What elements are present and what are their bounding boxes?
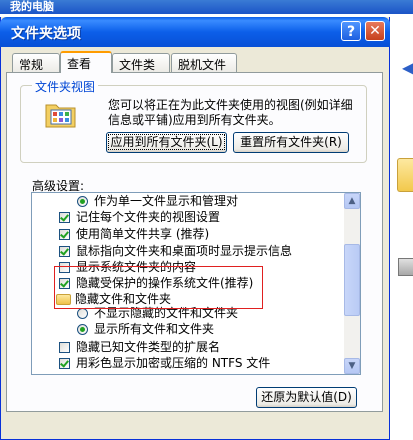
checkbox-icon <box>59 212 70 223</box>
reset-all-folders-button[interactable]: 重置所有文件夹(R) <box>233 132 349 153</box>
restore-defaults-button[interactable]: 还原为默认值(D) <box>256 387 357 408</box>
folder-icon <box>397 158 413 192</box>
list-item-remember-folder-view[interactable]: 记住每个文件夹的视图设置 <box>59 209 220 226</box>
list-item-manage-as-single-file[interactable]: 作为单一文件显示和管理对 <box>77 193 238 210</box>
list-item-simple-file-sharing[interactable]: 使用简单文件共享 (推荐) <box>59 226 209 243</box>
list-item-hide-known-extensions[interactable]: 隐藏已知文件类型的扩展名 <box>59 339 220 356</box>
folder-views-description: 您可以将正在为此文件夹使用的视图(例如详细信息或平铺)应用到所有文件夹。 <box>108 98 353 127</box>
close-button[interactable]: ✕ <box>365 21 385 41</box>
radio-icon <box>77 196 88 207</box>
scroll-down-arrow-icon[interactable]: ▼ <box>344 358 360 374</box>
dialog-title: 文件夹选项 <box>11 26 81 42</box>
list-item-show-popup-description[interactable]: 鼠标指向文件夹和桌面项时显示提示信息 <box>59 243 292 260</box>
help-button[interactable]: ? <box>341 21 361 41</box>
list-item-color-ntfs-files[interactable]: 用彩色显示加密或压缩的 NTFS 文件 <box>59 355 270 372</box>
radio-icon <box>77 308 88 319</box>
dialog-title-bar[interactable]: 文件夹选项 <box>0 17 390 47</box>
checkbox-icon <box>59 358 70 369</box>
toolbar-icon: ◀ <box>402 58 413 77</box>
list-scrollbar-thumb[interactable] <box>344 244 360 316</box>
checkbox-icon <box>59 342 70 353</box>
folder-view-icon <box>45 104 76 128</box>
list-item-show-all-files[interactable]: 显示所有文件和文件夹 <box>77 321 214 338</box>
tab-file-types[interactable]: 文件类型 <box>112 53 170 89</box>
tab-general[interactable]: 常规 <box>12 53 60 72</box>
apply-to-all-folders-button[interactable]: 应用到所有文件夹(L) <box>106 132 227 153</box>
apply-to-all-folders-label: 应用到所有文件夹(L) <box>108 134 225 150</box>
folder-views-group-title: 文件夹视图 <box>32 78 99 95</box>
background-title-bar: 我的电脑 <box>0 0 413 14</box>
drive-icon <box>398 258 413 276</box>
highlight-annotation-box <box>54 266 263 309</box>
checkbox-icon <box>59 246 70 257</box>
scroll-up-arrow-icon[interactable]: ▲ <box>344 193 360 209</box>
radio-icon <box>77 324 88 335</box>
tab-offline-files[interactable]: 脱机文件 <box>171 53 237 72</box>
tab-view[interactable]: 查看 <box>60 51 112 73</box>
checkbox-icon <box>59 229 70 240</box>
